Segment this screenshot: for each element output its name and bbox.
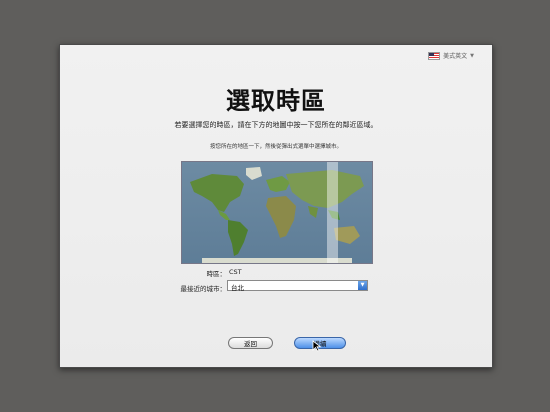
page-title: 選取時區 (226, 87, 326, 115)
closest-city-select[interactable]: 台北 ▼ (227, 280, 368, 292)
timezone-label: 時區： (206, 270, 227, 278)
setup-window: 美式英文 ▼ 選取時區 若要選擇您的時區，請在下方的地圖中按一下您所在的鄰近區域… (59, 44, 493, 368)
world-map[interactable] (181, 161, 373, 264)
timezone-value: CST (229, 268, 242, 276)
closest-city-value: 台北 (231, 284, 244, 292)
world-map-graphic (190, 167, 364, 263)
us-flag-icon (428, 51, 441, 60)
instruction-secondary: 按您所在的地區一下，然後從彈出式選單中選擇城市。 (209, 144, 342, 150)
chevron-down-icon: ▼ (358, 281, 367, 290)
selected-timezone-band (327, 162, 338, 263)
instruction-primary: 若要選擇您的時區，請在下方的地圖中按一下您所在的鄰近區域。 (174, 121, 378, 129)
back-button[interactable]: 返回 (228, 337, 273, 349)
language-menu[interactable]: 美式英文 ▼ (428, 51, 474, 60)
chevron-down-icon: ▼ (470, 52, 474, 59)
closest-city-label: 最接近的城市： (180, 285, 227, 293)
language-menu-label: 美式英文 (443, 53, 468, 60)
mouse-pointer-icon (312, 340, 322, 352)
